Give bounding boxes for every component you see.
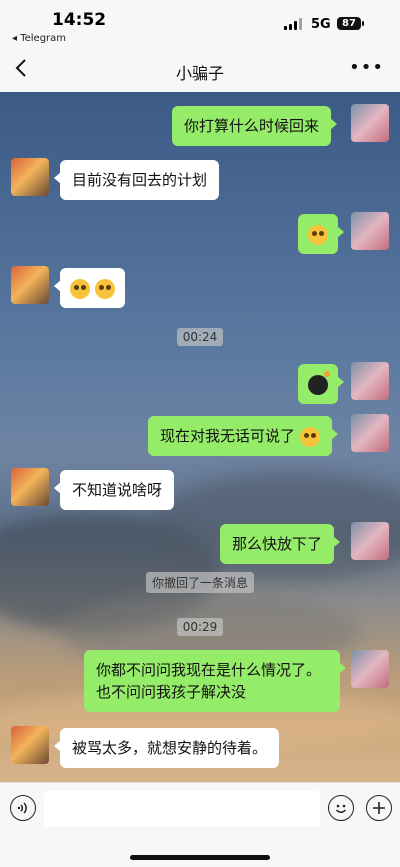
smirk-face-emoji <box>299 426 320 447</box>
timestamp-text: 00:29 <box>176 618 224 636</box>
message-text: 被骂太多，就想安静的待着。 <box>72 739 268 757</box>
chat-area[interactable]: 你打算什么时候回来 目前没有回去的计划 00:24 现在对我无话可说了 不知道说… <box>0 92 400 782</box>
chat-title: 小骗子 <box>175 64 224 83</box>
message-text: 那么快放下了 <box>232 535 323 553</box>
my-avatar[interactable] <box>351 212 389 250</box>
message-text: 不知道说啥呀 <box>72 481 163 499</box>
emoji-icon[interactable] <box>328 795 354 821</box>
incoming-message[interactable] <box>54 268 125 308</box>
outgoing-message[interactable]: 你都不问问我现在是什么情况了。 也不问问我孩子解决没 <box>84 650 346 712</box>
status-time: 14:52 <box>52 10 107 30</box>
outgoing-message[interactable] <box>298 214 344 254</box>
bomb-emoji <box>308 370 330 395</box>
incoming-message[interactable]: 目前没有回去的计划 <box>53 160 220 200</box>
incoming-message[interactable]: 被骂太多，就想安静的待着。 <box>53 728 280 768</box>
timestamp: 00:24 <box>0 326 400 346</box>
status-bar: 14:52 ◂ Telegram 5G 87 <box>0 0 400 48</box>
message-text: 目前没有回去的计划 <box>72 171 208 189</box>
flushed-face-emoji <box>94 278 115 299</box>
my-avatar[interactable] <box>351 104 389 142</box>
more-options-button[interactable]: ••• <box>349 57 384 78</box>
input-bar <box>0 782 400 867</box>
message-text: 你都不问问我现在是什么情况了。 <box>96 661 322 679</box>
message-text: 你打算什么时候回来 <box>184 117 320 135</box>
timestamp-text: 00:24 <box>176 328 224 346</box>
my-avatar[interactable] <box>351 362 389 400</box>
back-to-app-link[interactable]: ◂ Telegram <box>12 33 66 44</box>
chat-header: 小骗子 ••• <box>0 48 400 93</box>
signal-icon <box>284 18 302 30</box>
my-avatar[interactable] <box>351 650 389 688</box>
message-input[interactable] <box>44 791 320 827</box>
outgoing-message[interactable]: 你打算什么时候回来 <box>172 106 338 146</box>
contact-avatar[interactable] <box>11 266 49 304</box>
outgoing-message[interactable] <box>298 364 344 404</box>
outgoing-message[interactable]: 现在对我无话可说了 <box>148 416 338 456</box>
my-avatar[interactable] <box>351 414 389 452</box>
plus-icon[interactable] <box>366 795 392 821</box>
home-indicator <box>130 855 270 860</box>
timestamp: 00:29 <box>0 616 400 636</box>
recall-notice: 你撤回了一条消息 <box>0 572 400 593</box>
network-type: 5G <box>311 17 331 32</box>
contact-avatar[interactable] <box>11 726 49 764</box>
contact-avatar[interactable] <box>11 468 49 506</box>
smirk-face-emoji <box>308 224 328 245</box>
outgoing-message[interactable]: 那么快放下了 <box>220 524 341 564</box>
my-avatar[interactable] <box>351 522 389 560</box>
recall-notice-text: 你撤回了一条消息 <box>145 572 254 593</box>
contact-avatar[interactable] <box>11 158 49 196</box>
voice-icon[interactable] <box>10 795 36 821</box>
flushed-face-emoji <box>70 278 90 299</box>
message-text-line2: 也不问问我孩子解决没 <box>96 683 247 701</box>
battery-icon: 87 <box>337 17 364 30</box>
message-text: 现在对我无话可说了 <box>160 427 296 445</box>
incoming-message[interactable]: 不知道说啥呀 <box>53 470 175 510</box>
